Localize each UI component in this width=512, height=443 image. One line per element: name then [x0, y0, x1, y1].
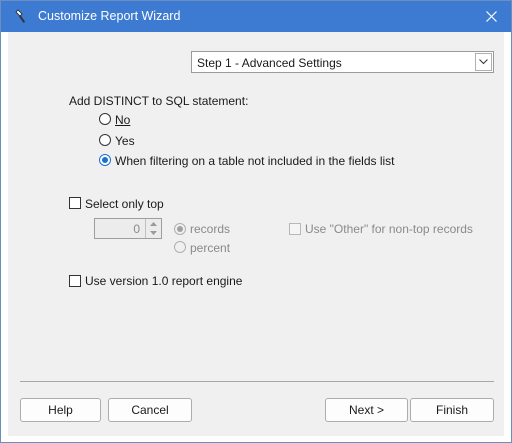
distinct-when-filtering-radio[interactable]	[99, 154, 111, 166]
select-top-checkbox[interactable]	[69, 197, 81, 209]
chevron-down-icon[interactable]	[475, 53, 492, 71]
percent-label[interactable]: percent	[190, 241, 230, 255]
spin-buttons	[145, 219, 161, 238]
top-count-value: 0	[133, 222, 140, 236]
distinct-when-filtering-label[interactable]: When filtering on a table not included i…	[115, 154, 395, 168]
spin-down-icon[interactable]	[146, 228, 161, 237]
top-count-stepper[interactable]: 0	[94, 218, 162, 239]
use-other-label[interactable]: Use "Other" for non-top records	[305, 222, 473, 236]
help-button[interactable]: Help	[20, 398, 101, 422]
button-divider	[20, 381, 494, 382]
distinct-heading: Add DISTINCT to SQL statement:	[69, 94, 249, 108]
version-label[interactable]: Use version 1.0 report engine	[85, 274, 242, 288]
records-radio[interactable]	[174, 223, 186, 235]
close-icon	[485, 11, 497, 22]
distinct-no-label[interactable]: No	[115, 113, 130, 127]
step-select[interactable]: Step 1 - Advanced Settings	[191, 51, 494, 73]
spin-up-icon[interactable]	[146, 219, 161, 228]
close-button[interactable]	[471, 1, 511, 32]
wand-icon	[15, 9, 26, 23]
records-label[interactable]: records	[190, 222, 230, 236]
cancel-button[interactable]: Cancel	[108, 398, 192, 422]
use-other-checkbox[interactable]	[289, 223, 301, 235]
wizard-body: Step 1 - Advanced Settings Add DISTINCT …	[8, 32, 504, 436]
wizard-window: Customize Report Wizard Step 1 - Advance…	[0, 0, 512, 443]
title-bar: Customize Report Wizard	[1, 1, 511, 32]
distinct-yes-radio[interactable]	[99, 134, 111, 146]
distinct-yes-label[interactable]: Yes	[115, 134, 135, 148]
next-button[interactable]: Next >	[325, 398, 408, 422]
step-select-value: Step 1 - Advanced Settings	[197, 56, 342, 70]
version-checkbox[interactable]	[69, 275, 81, 287]
distinct-no-radio[interactable]	[99, 113, 111, 125]
window-title: Customize Report Wizard	[38, 9, 181, 23]
percent-radio[interactable]	[174, 241, 186, 253]
select-top-label[interactable]: Select only top	[85, 197, 164, 211]
finish-button[interactable]: Finish	[410, 398, 494, 422]
